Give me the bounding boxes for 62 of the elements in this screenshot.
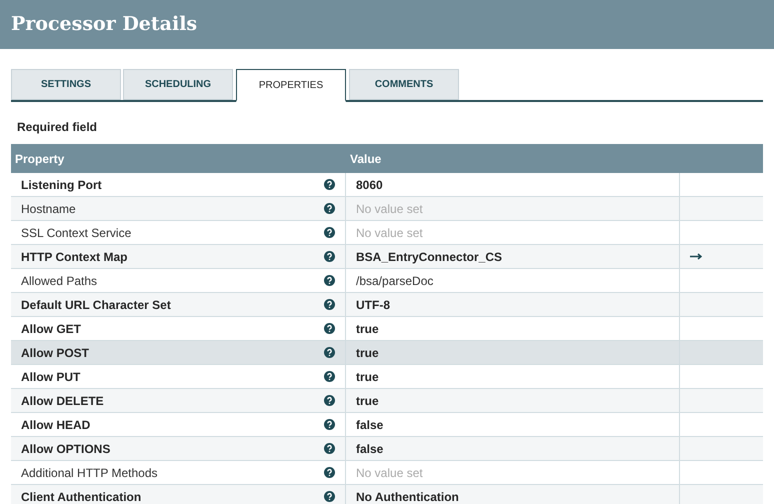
property-name: Allow DELETE xyxy=(21,392,104,410)
property-value[interactable]: true xyxy=(356,320,379,338)
help-icon[interactable] xyxy=(324,371,335,382)
column-header: Value xyxy=(349,150,382,168)
help-icon[interactable] xyxy=(324,179,335,190)
help-icon[interactable] xyxy=(324,251,335,262)
property-name: Listening Port xyxy=(21,176,102,194)
property-row[interactable]: Allow POST true xyxy=(11,341,763,365)
property-name: Allow OPTIONS xyxy=(21,440,110,458)
required-field-note: Required field xyxy=(16,119,98,136)
help-icon[interactable] xyxy=(324,419,335,430)
help-icon[interactable] xyxy=(324,299,335,310)
property-row[interactable]: HTTP Context Map BSA_EntryConnector_CS xyxy=(11,245,763,269)
property-value[interactable]: true xyxy=(356,392,379,410)
help-icon[interactable] xyxy=(324,443,335,454)
property-name: Hostname xyxy=(21,200,76,218)
property-row[interactable]: Additional HTTP Methods No value set xyxy=(11,461,763,485)
property-row[interactable]: Default URL Character Set UTF-8 xyxy=(11,293,763,317)
property-name: Default URL Character Set xyxy=(21,296,171,314)
property-name: Allow HEAD xyxy=(21,416,90,434)
property-value[interactable]: UTF-8 xyxy=(356,296,390,314)
property-row[interactable]: SSL Context Service No value set xyxy=(11,221,763,245)
property-value[interactable]: No Authentication xyxy=(356,488,459,504)
help-icon[interactable] xyxy=(324,395,335,406)
property-name: Allow PUT xyxy=(21,368,80,386)
window-title: Processor Details xyxy=(11,12,198,38)
help-icon[interactable] xyxy=(324,227,335,238)
property-value[interactable]: false xyxy=(356,416,384,434)
arrow-right-icon[interactable] xyxy=(690,253,702,260)
property-value[interactable]: BSA_EntryConnector_CS xyxy=(356,248,502,266)
property-row[interactable]: Allowed Paths /bsa/parseDoc xyxy=(11,269,763,293)
property-value[interactable]: 8060 xyxy=(356,176,383,194)
property-row[interactable]: Allow GET true xyxy=(11,317,763,341)
property-name: Additional HTTP Methods xyxy=(21,464,158,482)
tab[interactable]: COMMENTS xyxy=(349,69,459,100)
property-name: SSL Context Service xyxy=(21,224,132,242)
property-name: Client Authentication xyxy=(21,488,142,504)
tab[interactable]: SCHEDULING xyxy=(123,69,233,100)
property-row[interactable]: Client Authentication No Authentication xyxy=(11,485,763,504)
help-icon[interactable] xyxy=(324,323,335,334)
help-icon[interactable] xyxy=(324,467,335,478)
column-header: Property xyxy=(14,150,66,168)
property-row[interactable]: Allow DELETE true xyxy=(11,389,763,413)
property-name: Allow GET xyxy=(21,320,81,338)
property-value[interactable]: true xyxy=(356,344,379,362)
property-value[interactable]: true xyxy=(356,368,379,386)
property-row[interactable]: Allow OPTIONS false xyxy=(11,437,763,461)
property-value[interactable]: false xyxy=(356,440,384,458)
property-name: HTTP Context Map xyxy=(21,248,128,266)
property-row[interactable]: Allow PUT true xyxy=(11,365,763,389)
property-row[interactable]: Allow HEAD false xyxy=(11,413,763,437)
property-name: Allowed Paths xyxy=(21,272,98,290)
tab[interactable]: SETTINGS xyxy=(11,69,121,100)
help-icon[interactable] xyxy=(324,203,335,214)
help-icon[interactable] xyxy=(324,347,335,358)
property-name: Allow POST xyxy=(21,344,90,362)
property-value[interactable]: /bsa/parseDoc xyxy=(356,272,434,290)
property-row[interactable]: Listening Port 8060 xyxy=(11,173,763,197)
help-icon[interactable] xyxy=(324,275,335,286)
help-icon[interactable] xyxy=(324,491,335,502)
property-row[interactable]: Hostname No value set xyxy=(11,197,763,221)
tab[interactable]: PROPERTIES xyxy=(236,69,346,102)
